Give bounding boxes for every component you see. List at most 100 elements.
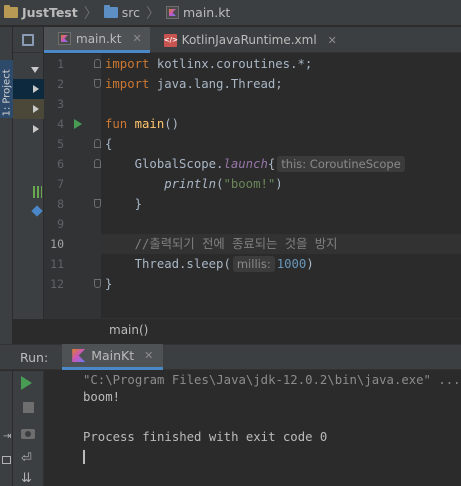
breadcrumb-project[interactable]: JustTest (4, 5, 78, 20)
kotlin-icon (72, 349, 86, 362)
number-literal: 1000 (276, 257, 307, 271)
dump-threads-button[interactable] (21, 426, 36, 441)
tree-row[interactable] (13, 119, 44, 139)
breadcrumb-file-label: main.kt (182, 5, 231, 20)
keyword: import (105, 77, 150, 91)
project-tree (13, 27, 44, 319)
project-tool-tab[interactable]: 1: Project (0, 60, 13, 118)
line-number: 10 (50, 237, 64, 251)
breadcrumb-project-label: JustTest (22, 5, 78, 20)
kotlin-file-icon (165, 6, 179, 19)
collapse-icon[interactable] (33, 125, 39, 133)
code-line: import java.lang.Thread; (101, 74, 461, 94)
line-number: 8 (57, 197, 64, 211)
code-line: { (101, 134, 461, 154)
line-number: 3 (57, 97, 64, 111)
line-number: 12 (50, 277, 64, 291)
line-number: 11 (50, 257, 64, 271)
login-icon[interactable]: ⇥ (3, 431, 11, 442)
run-console[interactable]: "C:\Program Files\Java\jdk-12.0.2\bin\ja… (44, 371, 461, 486)
folder-icon (4, 5, 18, 18)
editor-gutter: 1 2 3 4 5 6 7 8 9 10 11 12 (44, 54, 101, 318)
kotlin-file-icon (58, 32, 71, 45)
scratches-icon (31, 205, 43, 217)
code-text: import java.lang.Thread; (105, 74, 283, 94)
fold-icon[interactable] (94, 279, 101, 288)
run-tab-label: MainKt (91, 348, 135, 363)
code-line: Thread.sleep(millis: 1000) (101, 254, 461, 274)
code-text: } (105, 277, 113, 291)
code-editor[interactable]: import kotlinx.coroutines.*; import java… (101, 54, 461, 318)
inlay-hint: millis: (232, 256, 275, 272)
code-line: import kotlinx.coroutines.*; (101, 54, 461, 74)
code-part: ) (306, 257, 314, 271)
code-part: ) (275, 177, 283, 191)
code-rest: java.lang.Thread; (149, 77, 283, 91)
collapse-icon[interactable] (33, 105, 39, 113)
code-text: Thread.sleep(millis: 1000) (105, 254, 314, 274)
collapse-icon[interactable] (33, 85, 39, 93)
fold-icon[interactable] (94, 159, 101, 168)
tree-view-icon[interactable] (22, 33, 34, 46)
code-text: fun main() (105, 114, 179, 134)
line-number: 9 (57, 217, 64, 231)
extension-call: launch (223, 157, 268, 171)
run-icon[interactable] (74, 119, 82, 129)
code-line: } (101, 274, 461, 294)
breadcrumb-separator: 〉 (83, 5, 98, 22)
editor-tabs: main.kt ✕ </> KotlinJavaRuntime.xml ✕ (44, 27, 461, 53)
project-tree-toolbar (13, 27, 43, 53)
tree-row[interactable] (13, 59, 44, 79)
print-icon[interactable] (2, 456, 11, 464)
soft-wrap-button[interactable]: ⏎ (21, 451, 36, 466)
navigation-bar: JustTest 〉 src 〉 main.kt (0, 0, 461, 26)
project-tool-label: 1: Project (1, 69, 13, 117)
breadcrumb-file[interactable]: main.kt (165, 5, 231, 20)
breadcrumb-function[interactable]: main() (109, 323, 148, 337)
breadcrumb-separator: 〉 (145, 5, 160, 22)
run-tool-header: Run: MainKt ✕ (0, 344, 461, 370)
code-line: GlobalScope.launch{this: CoroutineScope (101, 154, 461, 174)
code-part: Thread.sleep( (105, 257, 231, 271)
left-tool-strip: 1: Project (0, 27, 13, 347)
code-line-current: //출력되기 전에 종료되는 것을 방지 (101, 234, 461, 254)
console-line-command: "C:\Program Files\Java\jdk-12.0.2\bin\ja… (83, 373, 461, 387)
line-number: 2 (57, 77, 64, 91)
console-line-exit: Process finished with exit code 0 (83, 430, 328, 444)
scroll-to-end-button[interactable]: ⇊ (21, 471, 36, 486)
libraries-icon (33, 186, 42, 198)
code-text: println("boom!") (105, 174, 283, 194)
tab-kotlin-java-runtime[interactable]: </> KotlinJavaRuntime.xml ✕ (150, 27, 345, 53)
expand-icon[interactable] (31, 67, 39, 73)
rerun-button[interactable] (21, 376, 36, 391)
string-literal: "boom!" (223, 177, 276, 191)
tree-row[interactable] (13, 182, 44, 202)
fold-icon[interactable] (94, 199, 101, 208)
code-text: { (105, 137, 113, 151)
run-toolbar: ⏎ ⇊ (13, 371, 44, 486)
fold-icon[interactable] (94, 79, 101, 88)
editor-breadcrumb: main() (44, 318, 461, 341)
close-icon[interactable]: ✕ (144, 349, 153, 362)
close-icon[interactable]: ✕ (132, 32, 141, 45)
code-line: println("boom!") (101, 174, 461, 194)
function-name: main (134, 117, 165, 131)
tree-row[interactable] (13, 79, 44, 99)
line-number: 1 (57, 57, 64, 71)
tree-row[interactable] (13, 202, 44, 222)
code-line: fun main() (101, 114, 461, 134)
line-number: 6 (57, 157, 64, 171)
breadcrumb-src[interactable]: src (103, 5, 140, 20)
stop-button[interactable] (21, 400, 36, 415)
fold-icon[interactable] (94, 59, 101, 68)
close-icon[interactable]: ✕ (328, 34, 337, 47)
tree-row[interactable] (13, 99, 44, 119)
breadcrumb-src-label: src (121, 5, 140, 20)
soft-wrap-icon: ⏎ (21, 451, 32, 466)
run-tab-mainkt[interactable]: MainKt ✕ (62, 344, 164, 370)
text-caret (83, 450, 85, 464)
tab-main-kt[interactable]: main.kt ✕ (44, 27, 150, 53)
fold-icon[interactable] (94, 139, 101, 148)
keyword: import (105, 57, 150, 71)
